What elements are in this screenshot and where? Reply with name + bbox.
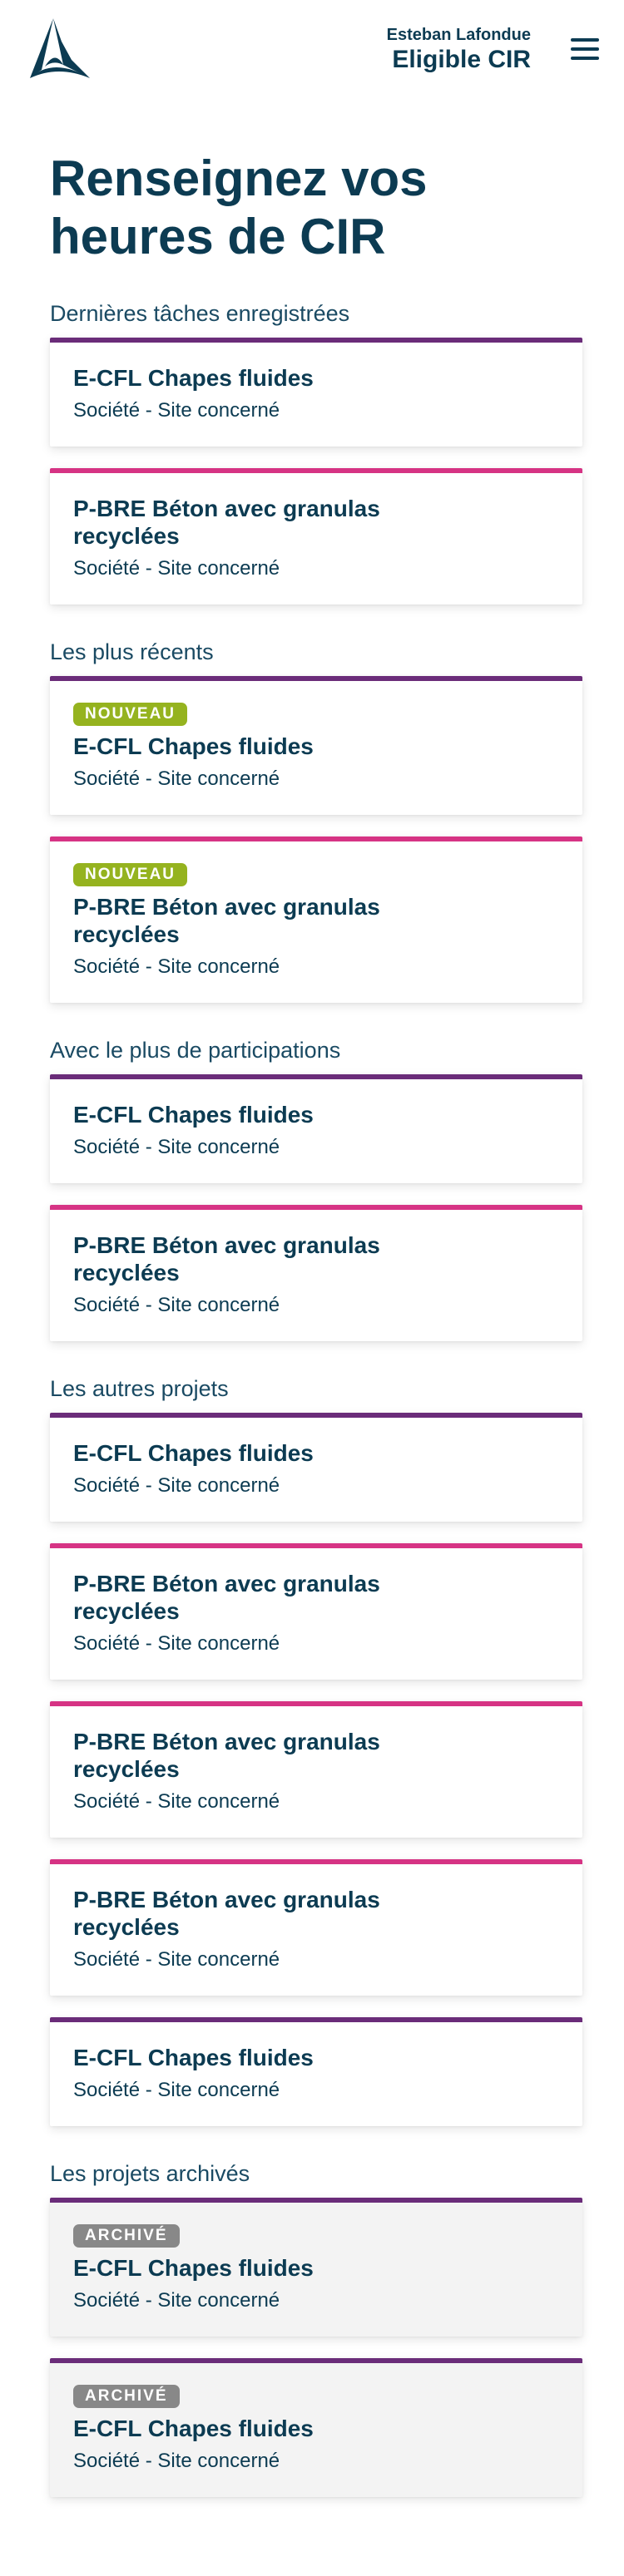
project-subtitle: Société - Site concerné (73, 399, 280, 422)
menu-bar (571, 57, 599, 60)
page-title: Renseignez vos heures de CIR (50, 151, 428, 264)
project-title: P-BRE Béton avec granulas recyclées (73, 1232, 380, 1286)
project-subtitle: Société - Site concerné (73, 1948, 280, 1971)
main-content: Renseignez vos heures de CIR Dernières t… (0, 100, 624, 2497)
project-title: P-BRE Béton avec granulas recyclées (73, 496, 380, 549)
project-subtitle: Société - Site concerné (73, 1790, 280, 1813)
project-title: P-BRE Béton avec granulas recyclées (73, 894, 380, 947)
archived-badge: ARCHIVÉ (73, 2224, 180, 2248)
user-info: Esteban Lafondue Eligible CIR (387, 25, 531, 75)
project-card[interactable]: E-CFL Chapes fluides Société - Site conce… (50, 1413, 582, 1522)
project-subtitle: Société - Site concerné (73, 2079, 280, 2101)
project-subtitle: Société - Site concerné (73, 1136, 280, 1158)
project-card[interactable]: ARCHIVÉ E-CFL Chapes fluides Société - Sit… (50, 2198, 582, 2337)
archived-badge: ARCHIVÉ (73, 2385, 180, 2408)
project-card[interactable]: E-CFL Chapes fluides Société - Site conce… (50, 338, 582, 447)
menu-bar (571, 38, 599, 42)
project-title: E-CFL Chapes fluides (73, 2255, 314, 2281)
project-title: E-CFL Chapes fluides (73, 365, 314, 391)
section-title: Les plus récents (50, 639, 214, 664)
new-badge: NOUVEAU (73, 703, 188, 726)
project-title: E-CFL Chapes fluides (73, 1440, 314, 1466)
project-card[interactable]: P-BRE Béton avec granulas recyclées Socié… (50, 468, 582, 605)
project-card[interactable]: P-BRE Béton avec granulas recyclées Socié… (50, 1859, 582, 1996)
user-status: Eligible CIR (392, 46, 531, 73)
project-title: P-BRE Béton avec granulas recyclées (73, 1887, 380, 1940)
project-card[interactable]: P-BRE Béton avec granulas recyclées Socié… (50, 1543, 582, 1680)
section-title: Dernières tâches enregistrées (50, 301, 350, 326)
project-title: E-CFL Chapes fluides (73, 1102, 314, 1128)
project-subtitle: Société - Site concerné (73, 767, 280, 790)
project-subtitle: Société - Site concerné (73, 2450, 280, 2472)
project-subtitle: Société - Site concerné (73, 1474, 280, 1497)
project-title: E-CFL Chapes fluides (73, 733, 314, 759)
project-subtitle: Société - Site concerné (73, 557, 280, 580)
menu-bar (571, 47, 599, 51)
project-card[interactable]: E-CFL Chapes fluides Société - Site conce… (50, 1074, 582, 1183)
new-badge: NOUVEAU (73, 863, 188, 886)
project-subtitle: Société - Site concerné (73, 1632, 280, 1655)
project-subtitle: Société - Site concerné (73, 955, 280, 978)
user-name: Esteban Lafondue (386, 26, 531, 44)
project-card[interactable]: P-BRE Béton avec granulas recyclées Socié… (50, 1701, 582, 1838)
app-header: Esteban Lafondue Eligible CIR (0, 0, 624, 100)
project-subtitle: Société - Site concerné (73, 1294, 280, 1316)
project-title: E-CFL Chapes fluides (73, 2416, 314, 2441)
section-title: Les projets archivés (50, 2161, 250, 2186)
project-card[interactable]: NOUVEAU P-BRE Béton avec granulas recyclé… (50, 836, 582, 1003)
project-card[interactable]: NOUVEAU E-CFL Chapes fluides Société - Sit… (50, 676, 582, 815)
project-title: E-CFL Chapes fluides (73, 2045, 314, 2070)
company-logo[interactable] (25, 17, 95, 83)
section-title: Avec le plus de participations (50, 1038, 341, 1063)
project-card[interactable]: ARCHIVÉ E-CFL Chapes fluides Société - Sit… (50, 2358, 582, 2497)
project-card[interactable]: E-CFL Chapes fluides Société - Site conce… (50, 2017, 582, 2126)
project-title: P-BRE Béton avec granulas recyclées (73, 1729, 380, 1782)
section-title: Les autres projets (50, 1376, 229, 1401)
sections-container: Dernières tâches enregistrées E-CFL Chape… (50, 299, 582, 2497)
hamburger-menu-icon[interactable] (571, 37, 599, 62)
project-title: P-BRE Béton avec granulas recyclées (73, 1571, 380, 1624)
project-subtitle: Société - Site concerné (73, 2289, 280, 2312)
project-card[interactable]: P-BRE Béton avec granulas recyclées Socié… (50, 1205, 582, 1341)
